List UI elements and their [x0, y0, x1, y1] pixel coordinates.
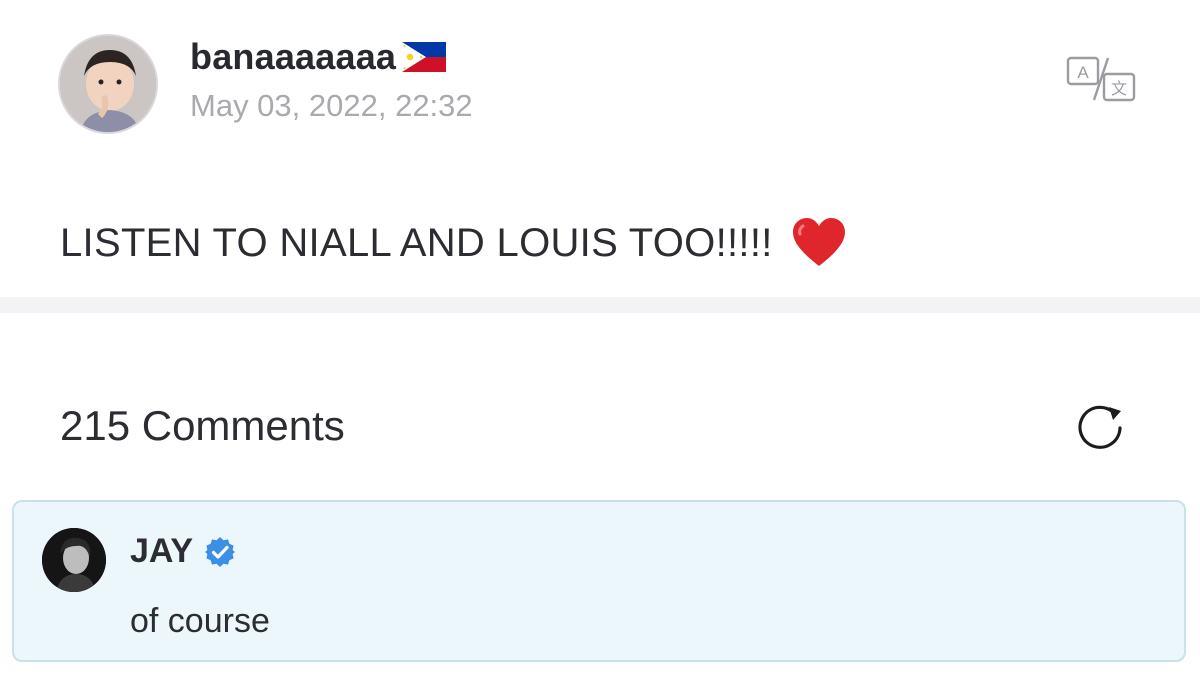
- translate-icon: A 文: [1066, 56, 1136, 102]
- avatar-image: [60, 36, 156, 132]
- refresh-button[interactable]: [1074, 402, 1130, 454]
- comment-text: of course: [130, 602, 270, 640]
- verified-badge-icon: [203, 535, 237, 569]
- post-page: banaaaaaaa May 03, 2022, 22:32 A 文 LISTE…: [0, 0, 1200, 700]
- post-timestamp: May 03, 2022, 22:32: [190, 88, 473, 123]
- philippines-flag-icon: [402, 42, 447, 72]
- comments-count: 215 Comments: [60, 402, 345, 449]
- comment-item[interactable]: JAY of course: [12, 500, 1186, 662]
- avatar-image: [42, 528, 106, 592]
- red-heart-icon: [791, 216, 847, 270]
- svg-text:A: A: [1077, 63, 1089, 82]
- svg-text:文: 文: [1111, 79, 1127, 98]
- section-divider: [0, 297, 1200, 313]
- post-author-avatar[interactable]: [58, 34, 158, 134]
- comment-author-avatar[interactable]: [42, 528, 106, 592]
- post-author-name[interactable]: banaaaaaaa: [190, 36, 396, 78]
- comment-author-name[interactable]: JAY: [130, 532, 193, 571]
- translate-button[interactable]: A 文: [1064, 54, 1138, 104]
- post-body: LISTEN TO NIALL AND LOUIS TOO!!!!!: [60, 216, 847, 270]
- refresh-icon: [1078, 405, 1122, 449]
- post-author-row: banaaaaaaa: [190, 34, 447, 80]
- post-text: LISTEN TO NIALL AND LOUIS TOO!!!!!: [60, 220, 773, 265]
- comment-author-row: JAY: [130, 532, 237, 571]
